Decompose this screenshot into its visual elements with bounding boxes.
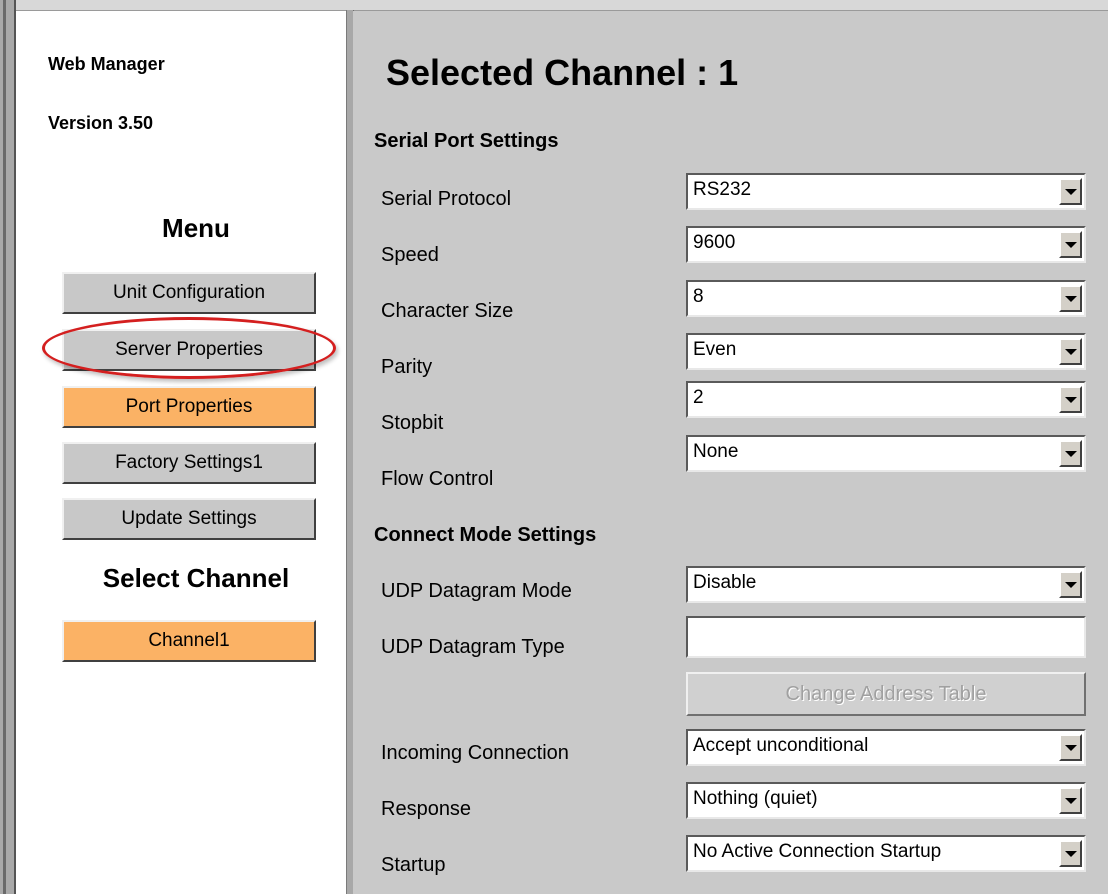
udp-datagram-mode-value: Disable [693, 572, 757, 593]
chevron-down-icon[interactable] [1059, 231, 1082, 258]
channel1-button[interactable]: Channel1 [62, 620, 316, 662]
highlight-annotation-ring [42, 317, 336, 379]
incoming-connection-select[interactable]: Accept unconditional [686, 729, 1086, 766]
startup-value: No Active Connection Startup [693, 841, 942, 862]
parity-value: Even [693, 339, 737, 360]
port-properties-button[interactable]: Port Properties [62, 386, 316, 428]
response-label: Response [381, 798, 472, 820]
window-left-border [0, 0, 16, 894]
stopbit-label: Stopbit [381, 412, 444, 434]
chevron-down-icon[interactable] [1059, 178, 1082, 205]
chevron-down-icon[interactable] [1059, 734, 1082, 761]
page-title: Selected Channel : 1 [386, 52, 739, 93]
factory-settings-button[interactable]: Factory Settings1 [62, 442, 316, 484]
change-address-table-button: Change Address Table [686, 672, 1086, 716]
chevron-down-icon[interactable] [1059, 440, 1082, 467]
speed-select[interactable]: 9600 [686, 226, 1086, 263]
chevron-down-icon[interactable] [1059, 571, 1082, 598]
udp-datagram-type-input[interactable] [686, 616, 1086, 658]
serial-port-settings-heading: Serial Port Settings [374, 130, 559, 152]
stopbit-select[interactable]: 2 [686, 381, 1086, 418]
udp-datagram-mode-label: UDP Datagram Mode [381, 580, 572, 602]
incoming-connection-value: Accept unconditional [693, 735, 869, 756]
update-settings-button[interactable]: Update Settings [62, 498, 316, 540]
udp-datagram-type-label: UDP Datagram Type [381, 636, 565, 658]
serial-protocol-label: Serial Protocol [381, 188, 512, 210]
chevron-down-icon[interactable] [1059, 840, 1082, 867]
startup-select[interactable]: No Active Connection Startup [686, 835, 1086, 872]
app-version: Version 3.50 [48, 113, 154, 133]
udp-datagram-mode-select[interactable]: Disable [686, 566, 1086, 603]
response-value: Nothing (quiet) [693, 788, 818, 809]
speed-value: 9600 [693, 232, 736, 253]
parity-label: Parity [381, 356, 433, 378]
flow-control-label: Flow Control [381, 468, 494, 490]
serial-protocol-select[interactable]: RS232 [686, 173, 1086, 210]
response-select[interactable]: Nothing (quiet) [686, 782, 1086, 819]
flow-control-select[interactable]: None [686, 435, 1086, 472]
select-channel-heading: Select Channel [102, 563, 290, 593]
window-top-border [0, 0, 1108, 11]
menu-heading: Menu [162, 213, 230, 243]
chevron-down-icon[interactable] [1059, 338, 1082, 365]
character-size-label: Character Size [381, 300, 514, 322]
speed-label: Speed [381, 244, 439, 266]
flow-control-value: None [693, 441, 739, 462]
character-size-value: 8 [693, 286, 704, 307]
parity-select[interactable]: Even [686, 333, 1086, 370]
chevron-down-icon[interactable] [1059, 787, 1082, 814]
incoming-connection-label: Incoming Connection [381, 742, 569, 764]
unit-configuration-button[interactable]: Unit Configuration [62, 272, 316, 314]
stopbit-value: 2 [693, 387, 704, 408]
serial-protocol-value: RS232 [693, 179, 752, 200]
app-name: Web Manager [48, 54, 165, 74]
chevron-down-icon[interactable] [1059, 386, 1082, 413]
chevron-down-icon[interactable] [1059, 285, 1082, 312]
startup-label: Startup [381, 854, 446, 876]
character-size-select[interactable]: 8 [686, 280, 1086, 317]
connect-mode-settings-heading: Connect Mode Settings [374, 524, 597, 546]
